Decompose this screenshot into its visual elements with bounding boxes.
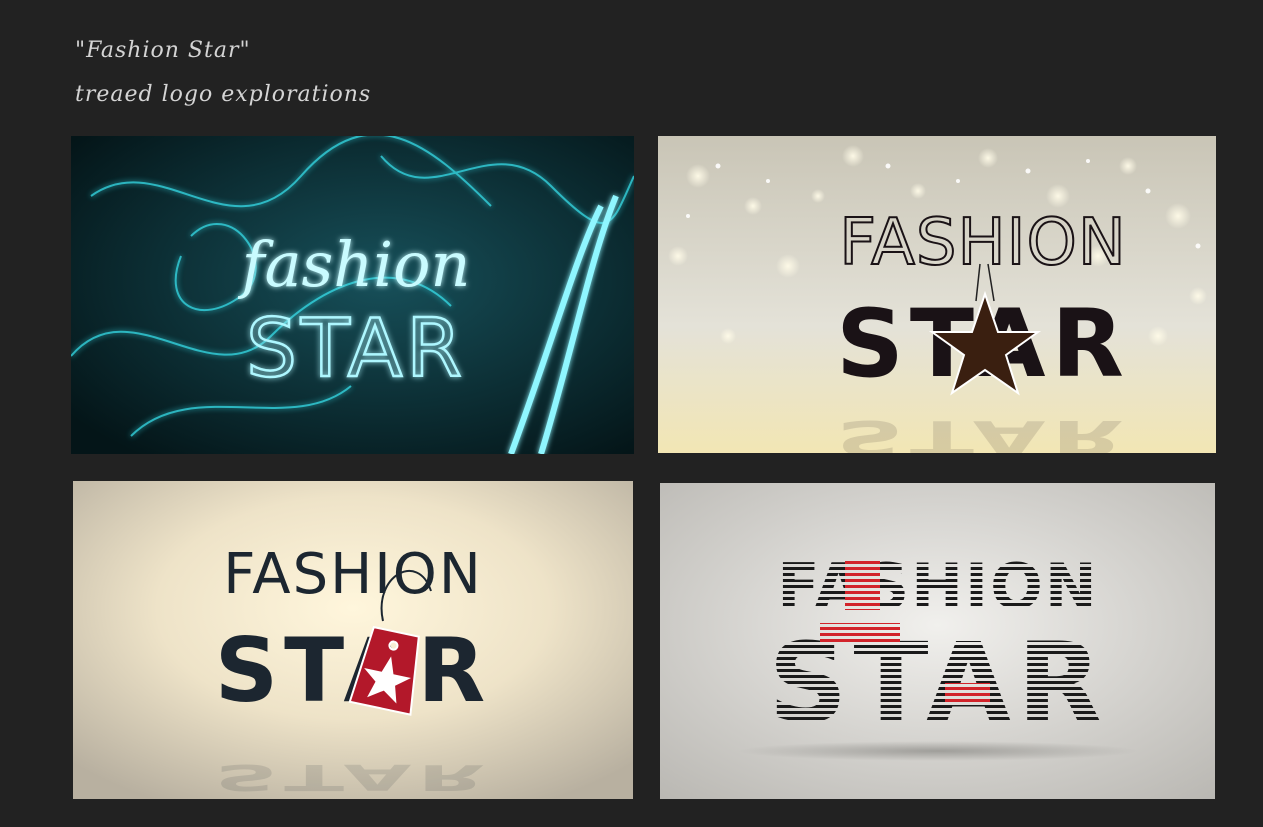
stripe-logo-artwork: FASHION STAR — [660, 483, 1215, 799]
neon-word2: STAR — [246, 302, 466, 395]
page-subtitle: treaed logo explorations — [75, 82, 372, 107]
svg-text:STAR: STAR — [215, 757, 491, 798]
bokeh-word1: FASHION — [839, 206, 1127, 280]
svg-text:STAR: STAR — [836, 410, 1130, 453]
tag-word1: FASHION — [223, 542, 483, 607]
neon-logo-artwork: fashion STAR — [71, 136, 634, 454]
logo-panel-stripe[interactable]: FASHION STAR — [660, 483, 1215, 799]
neon-word1: fashion — [238, 228, 471, 301]
bokeh-logo-artwork: FASHION STAR STAR — [658, 136, 1216, 453]
logo-panel-bokeh[interactable]: FASHION STAR STAR — [658, 136, 1216, 453]
logo-panel-tag[interactable]: FASHION STAR STAR — [73, 481, 633, 799]
stripe-word1: FASHION — [777, 550, 1098, 623]
page-title: "Fashion Star" — [75, 38, 251, 63]
tag-logo-artwork: FASHION STAR STAR — [73, 481, 633, 799]
stripe-word2: STAR — [768, 619, 1108, 747]
logo-panel-neon[interactable]: fashion STAR — [71, 136, 634, 454]
tag-word2: STAR — [215, 619, 491, 722]
